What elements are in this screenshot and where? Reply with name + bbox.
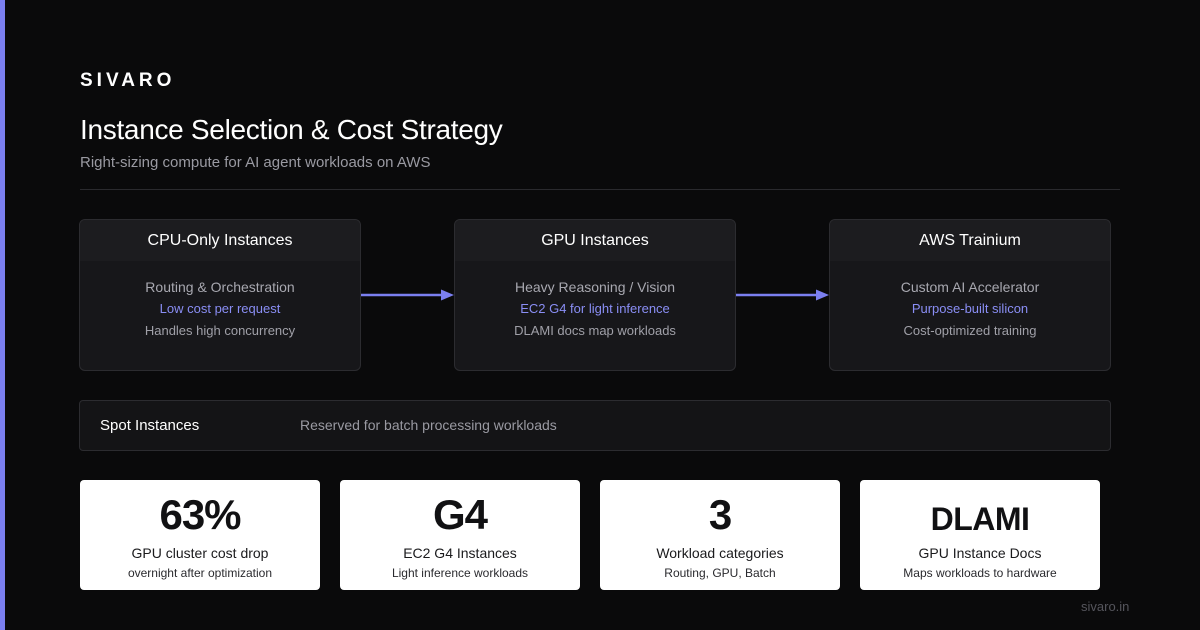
stat-label: EC2 G4 Instances [403,545,517,561]
accent-bar [0,0,5,630]
page-subtitle: Right-sizing compute for AI agent worklo… [80,154,431,171]
flow-box-highlight: Purpose-built silicon [911,301,1029,316]
flow-box-line: Handles high concurrency [144,323,296,338]
footer-url: sivaro.in [1081,599,1130,614]
stat-value: DLAMI [930,501,1030,537]
spot-instances-bar: Spot Instances Reserved for batch proces… [79,400,1111,451]
flow-box-gpu: GPU Instances Heavy Reasoning / Vision E… [454,219,736,371]
flow-box-body: Routing & Orchestration Low cost per req… [80,261,360,342]
flow-box-line: Cost-optimized training [903,323,1037,338]
flow-box-highlight: Low cost per request [159,301,281,316]
stat-card-dlami: DLAMI GPU Instance Docs Maps workloads t… [860,480,1100,590]
flow-box-body: Heavy Reasoning / Vision EC2 G4 for ligh… [455,261,735,342]
arrow-right-icon [361,289,454,301]
flow-box-cpu: CPU-Only Instances Routing & Orchestrati… [79,219,361,371]
stat-sublabel: overnight after optimization [127,566,273,580]
divider [80,189,1120,190]
spot-description: Reserved for batch processing workloads [300,417,557,433]
brand-logo: SIVARO [80,70,176,91]
stat-sublabel: Maps workloads to hardware [903,566,1057,580]
stat-card-g4: G4 EC2 G4 Instances Light inference work… [340,480,580,590]
stat-value: 63% [159,491,241,538]
stat-card-workloads: 3 Workload categories Routing, GPU, Batc… [600,480,840,590]
flow-box-highlight: EC2 G4 for light inference [520,301,670,316]
stat-label: GPU Instance Docs [918,545,1042,561]
flow-box-line: Custom AI Accelerator [900,279,1040,295]
stat-sublabel: Light inference workloads [391,566,529,580]
flow-box-line: DLAMI docs map workloads [514,323,676,338]
flow-box-title: GPU Instances [455,220,735,261]
page-title: Instance Selection & Cost Strategy [80,114,503,145]
flow-box-title: CPU-Only Instances [80,220,360,261]
stat-label: Workload categories [656,545,784,561]
stat-label: GPU cluster cost drop [131,545,269,561]
stat-sublabel: Routing, GPU, Batch [664,566,776,580]
stat-value: G4 [432,491,488,538]
arrow-right-icon [736,289,829,301]
flow-box-body: Custom AI Accelerator Purpose-built sili… [830,261,1110,342]
flow-box-title: AWS Trainium [830,220,1110,261]
spot-title: Spot Instances [100,417,200,434]
stat-value: 3 [708,491,732,538]
flow-box-trainium: AWS Trainium Custom AI Accelerator Purpo… [829,219,1111,371]
flow-box-line: Heavy Reasoning / Vision [514,279,676,295]
flow-box-line: Routing & Orchestration [145,279,295,295]
stat-card-cost-drop: 63% GPU cluster cost drop overnight afte… [80,480,320,590]
